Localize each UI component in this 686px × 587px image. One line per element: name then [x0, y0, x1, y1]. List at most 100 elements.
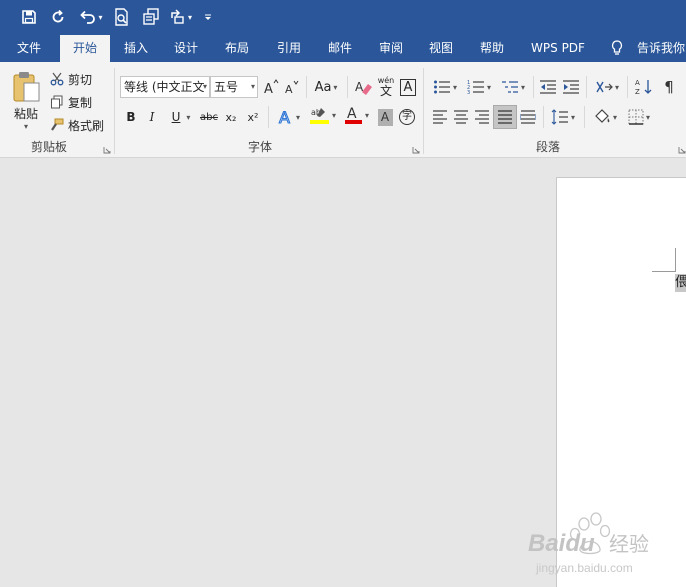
align-right-icon: [475, 110, 489, 124]
chevron-down-icon: ▾: [202, 82, 207, 91]
bullets-button[interactable]: ▾: [430, 76, 460, 98]
ribbon-home: 粘贴 ▾ 剪切 复制 格式刷 剪贴板 等线 (中文正文 ▾ 五号 ▾ A A A…: [0, 62, 686, 158]
paragraph-launcher-icon[interactable]: [678, 146, 686, 154]
align-left-button[interactable]: [430, 106, 450, 128]
phonetic-guide-button[interactable]: wén 文: [376, 75, 396, 99]
show-marks-button[interactable]: ¶: [659, 76, 679, 98]
paste-button[interactable]: 粘贴 ▾: [8, 68, 44, 134]
underline-button[interactable]: U ▾: [166, 106, 196, 128]
underline-label: U: [171, 110, 181, 124]
tab-file[interactable]: 文件: [6, 34, 52, 62]
font-name-value: 等线 (中文正文: [124, 80, 205, 94]
subscript-label: x₂: [225, 110, 237, 124]
undo-icon[interactable]: ▾: [76, 6, 106, 28]
bold-button[interactable]: B: [123, 106, 139, 128]
print-preview-icon[interactable]: [111, 6, 133, 28]
font-name-select[interactable]: 等线 (中文正文 ▾: [120, 76, 210, 98]
character-shading-button[interactable]: A: [376, 106, 394, 128]
font-color-button[interactable]: A ▾: [342, 104, 372, 126]
highlight-color-button[interactable]: ab ▾: [307, 104, 339, 126]
chevron-down-icon: ▾: [570, 112, 575, 122]
tab-home[interactable]: 开始: [60, 35, 110, 62]
tab-wps-pdf[interactable]: WPS PDF: [524, 34, 592, 62]
tab-review[interactable]: 审阅: [368, 34, 414, 62]
multilevel-list-button[interactable]: ▾: [498, 76, 528, 98]
highlighter-icon: ab: [309, 108, 329, 124]
font-size-select[interactable]: 五号 ▾: [210, 76, 258, 98]
italic-button[interactable]: I: [144, 106, 160, 128]
strikethrough-label: abc: [200, 111, 218, 123]
decrease-indent-button[interactable]: [538, 76, 558, 98]
save-icon[interactable]: [18, 6, 40, 28]
sort-button[interactable]: AZ: [634, 76, 654, 98]
tab-mailings[interactable]: 邮件: [317, 34, 363, 62]
shrink-font-button[interactable]: A: [283, 76, 301, 98]
chevron-down-icon: ▾: [250, 82, 255, 91]
tab-help[interactable]: 帮助: [469, 34, 515, 62]
lightbulb-icon[interactable]: [610, 34, 624, 62]
group-divider: [423, 68, 424, 154]
character-border-button[interactable]: A: [399, 76, 417, 98]
paint-bucket-icon: [595, 109, 610, 123]
chinese-layout-icon: [596, 81, 613, 93]
shrink-font-icon: A: [285, 80, 299, 95]
superscript-button[interactable]: x²: [244, 106, 262, 128]
strikethrough-button[interactable]: abc: [199, 106, 219, 128]
change-case-button[interactable]: Aa ▾: [311, 76, 341, 98]
watermark-cn: 经验: [609, 532, 649, 556]
distributed-icon: [520, 110, 536, 124]
shading-button[interactable]: ▾: [590, 106, 620, 128]
tab-design[interactable]: 设计: [163, 34, 209, 62]
numbering-button[interactable]: 123 ▾: [464, 76, 494, 98]
font-group-label: 字体: [247, 140, 272, 154]
text-effects-button[interactable]: A ▾: [275, 106, 303, 128]
paste-label: 粘贴: [13, 107, 38, 121]
numbered-list-icon: 123: [467, 80, 484, 95]
align-center-button[interactable]: [451, 106, 471, 128]
customize-icon[interactable]: [200, 6, 216, 28]
character-border-label: A: [400, 78, 416, 96]
divider: [543, 106, 544, 128]
clear-formatting-button[interactable]: A: [354, 76, 374, 98]
chevron-down-icon: ▾: [486, 82, 491, 92]
line-spacing-button[interactable]: ▾: [548, 106, 578, 128]
chevron-down-icon: ▾: [520, 82, 525, 92]
svg-text:A: A: [279, 108, 290, 126]
watermark-brand: Baidu: [528, 530, 595, 557]
svg-text:A: A: [285, 83, 293, 95]
font-launcher-icon[interactable]: [412, 146, 420, 154]
subscript-button[interactable]: x₂: [222, 106, 240, 128]
grow-font-button[interactable]: A: [262, 76, 280, 98]
copy-format-icon[interactable]: [140, 6, 162, 28]
borders-button[interactable]: ▾: [624, 106, 654, 128]
pilcrow-icon: ¶: [664, 78, 674, 96]
svg-text:Z: Z: [635, 88, 640, 96]
enclose-characters-button[interactable]: 字: [398, 106, 416, 128]
divider: [306, 76, 307, 98]
tab-layout[interactable]: 布局: [214, 34, 260, 62]
align-center-icon: [454, 110, 468, 124]
increase-indent-button[interactable]: [561, 76, 581, 98]
divider: [586, 76, 587, 98]
cut-button[interactable]: 剪切: [50, 68, 92, 90]
paste-dropdown-icon[interactable]: ▾: [24, 122, 28, 131]
autosave-icon[interactable]: [47, 6, 69, 28]
tab-view[interactable]: 视图: [418, 34, 464, 62]
sort-icon: AZ: [635, 79, 652, 96]
svg-text:A: A: [635, 79, 640, 87]
tab-references[interactable]: 引用: [266, 34, 312, 62]
clipboard-launcher-icon[interactable]: [103, 146, 111, 154]
tell-me-search[interactable]: 告诉我你: [637, 34, 686, 62]
paragraph-group-label: 段落: [535, 140, 560, 154]
chevron-down-icon: ▾: [331, 110, 336, 120]
format-painter-button[interactable]: 格式刷: [50, 114, 104, 136]
chinese-layout-button[interactable]: ▾: [592, 76, 622, 98]
tab-insert[interactable]: 插入: [113, 34, 159, 62]
justify-button[interactable]: [493, 105, 517, 129]
copy-button[interactable]: 复制: [50, 91, 92, 113]
watermark-url: jingyan.baidu.com: [535, 561, 633, 575]
share-icon[interactable]: ▾: [168, 6, 194, 28]
document-canvas[interactable]: 偎 Baidu 经验 jingyan.baidu.com: [0, 159, 686, 587]
align-right-button[interactable]: [472, 106, 492, 128]
distributed-button[interactable]: [518, 106, 538, 128]
